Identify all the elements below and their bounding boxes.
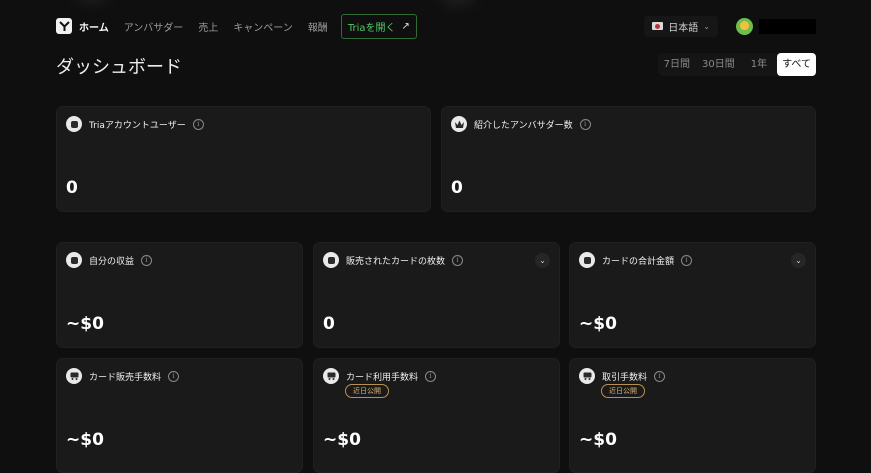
card-label: カード販売手数料 [89,372,162,383]
nav-item-ambassador[interactable]: アンバサダー [124,19,184,34]
card-value: ~$0 [66,314,104,334]
chevron-down-icon[interactable]: ⌄ [791,253,806,268]
range-7d[interactable]: 7日間 [658,53,696,76]
cart-icon [323,368,339,384]
card-label: 自分の収益 [89,256,135,267]
card-ambassadors-referred: 紹介したアンバサダー数 i 0 [441,106,816,212]
card-label: カード利用手数料 [346,372,419,383]
tria-logo-icon[interactable] [56,18,72,34]
card-label: 取引手数料 [602,372,648,383]
card-value: ~$0 [579,430,617,450]
nav-item-sales[interactable]: 売上 [198,19,218,34]
nav-item-home[interactable]: ホーム [79,19,109,34]
info-icon[interactable]: i [168,370,180,382]
top-nav: ホーム アンバサダー 売上 キャンペーン 報酬 Triaを開く ↗ 日本語 ⌄ [56,13,816,39]
cart-icon [579,368,595,384]
card-value: ~$0 [323,430,361,450]
card-label: カードの合計金額 [602,256,675,267]
coin-icon [66,116,82,132]
nav-item-rewards[interactable]: 報酬 [308,19,328,34]
nav-item-campaign[interactable]: キャンペーン [233,19,293,34]
account-name-masked[interactable] [759,18,816,34]
external-arrow-icon: ↗ [401,20,410,32]
card-value: 0 [66,178,78,198]
chevron-down-icon: ⌄ [703,21,710,31]
flag-icon [652,22,664,30]
avatar[interactable] [736,17,753,35]
card-transaction-fee: 取引手数料 i 近日公開 ~$0 [569,358,816,473]
background-glow [75,0,109,4]
open-tria-button[interactable]: Triaを開く ↗ [340,13,417,39]
crown-icon [451,116,467,132]
card-usage-fee: カード利用手数料 i 近日公開 ~$0 [313,358,560,473]
page-title: ダッシュボード [56,57,182,78]
coming-soon-badge: 近日公開 [601,384,645,398]
info-icon[interactable]: i [452,254,464,266]
card-value: 0 [323,314,335,334]
info-icon[interactable]: i [579,118,591,130]
range-selector: 7日間 30日間 1年 すべて [657,53,816,76]
cart-icon [66,368,82,384]
range-1y[interactable]: 1年 [741,53,777,76]
range-all[interactable]: すべて [777,53,816,76]
range-30d[interactable]: 30日間 [696,53,741,76]
info-icon[interactable]: i [425,370,437,382]
coming-soon-badge: 近日公開 [345,384,389,398]
open-tria-label: Triaを開く [347,22,396,34]
card-value: ~$0 [66,430,104,450]
card-value: 0 [451,178,463,198]
card-cards-sold: 販売されたカードの枚数 i ⌄ 0 [313,242,560,348]
background-glow [440,0,476,6]
info-icon[interactable]: i [654,370,666,382]
chevron-down-icon[interactable]: ⌄ [535,253,550,268]
info-icon[interactable]: i [681,254,693,266]
card-label: Triaアカウントユーザー [89,120,186,131]
coin-icon [66,252,82,268]
coin-icon [323,252,339,268]
language-selector[interactable]: 日本語 ⌄ [644,15,718,37]
card-label: 販売されたカードの枚数 [346,256,446,267]
card-tria-users: Triaアカウントユーザー i 0 [56,106,431,212]
info-icon[interactable]: i [141,254,153,266]
card-my-earnings: 自分の収益 i ~$0 [56,242,303,348]
info-icon[interactable]: i [192,118,204,130]
card-sales-fee: カード販売手数料 i ~$0 [56,358,303,473]
coin-icon [579,252,595,268]
language-label: 日本語 [668,22,699,34]
card-label: 紹介したアンバサダー数 [474,120,573,131]
card-value: ~$0 [579,314,617,334]
card-total-amount: カードの合計金額 i ⌄ ~$0 [569,242,816,348]
